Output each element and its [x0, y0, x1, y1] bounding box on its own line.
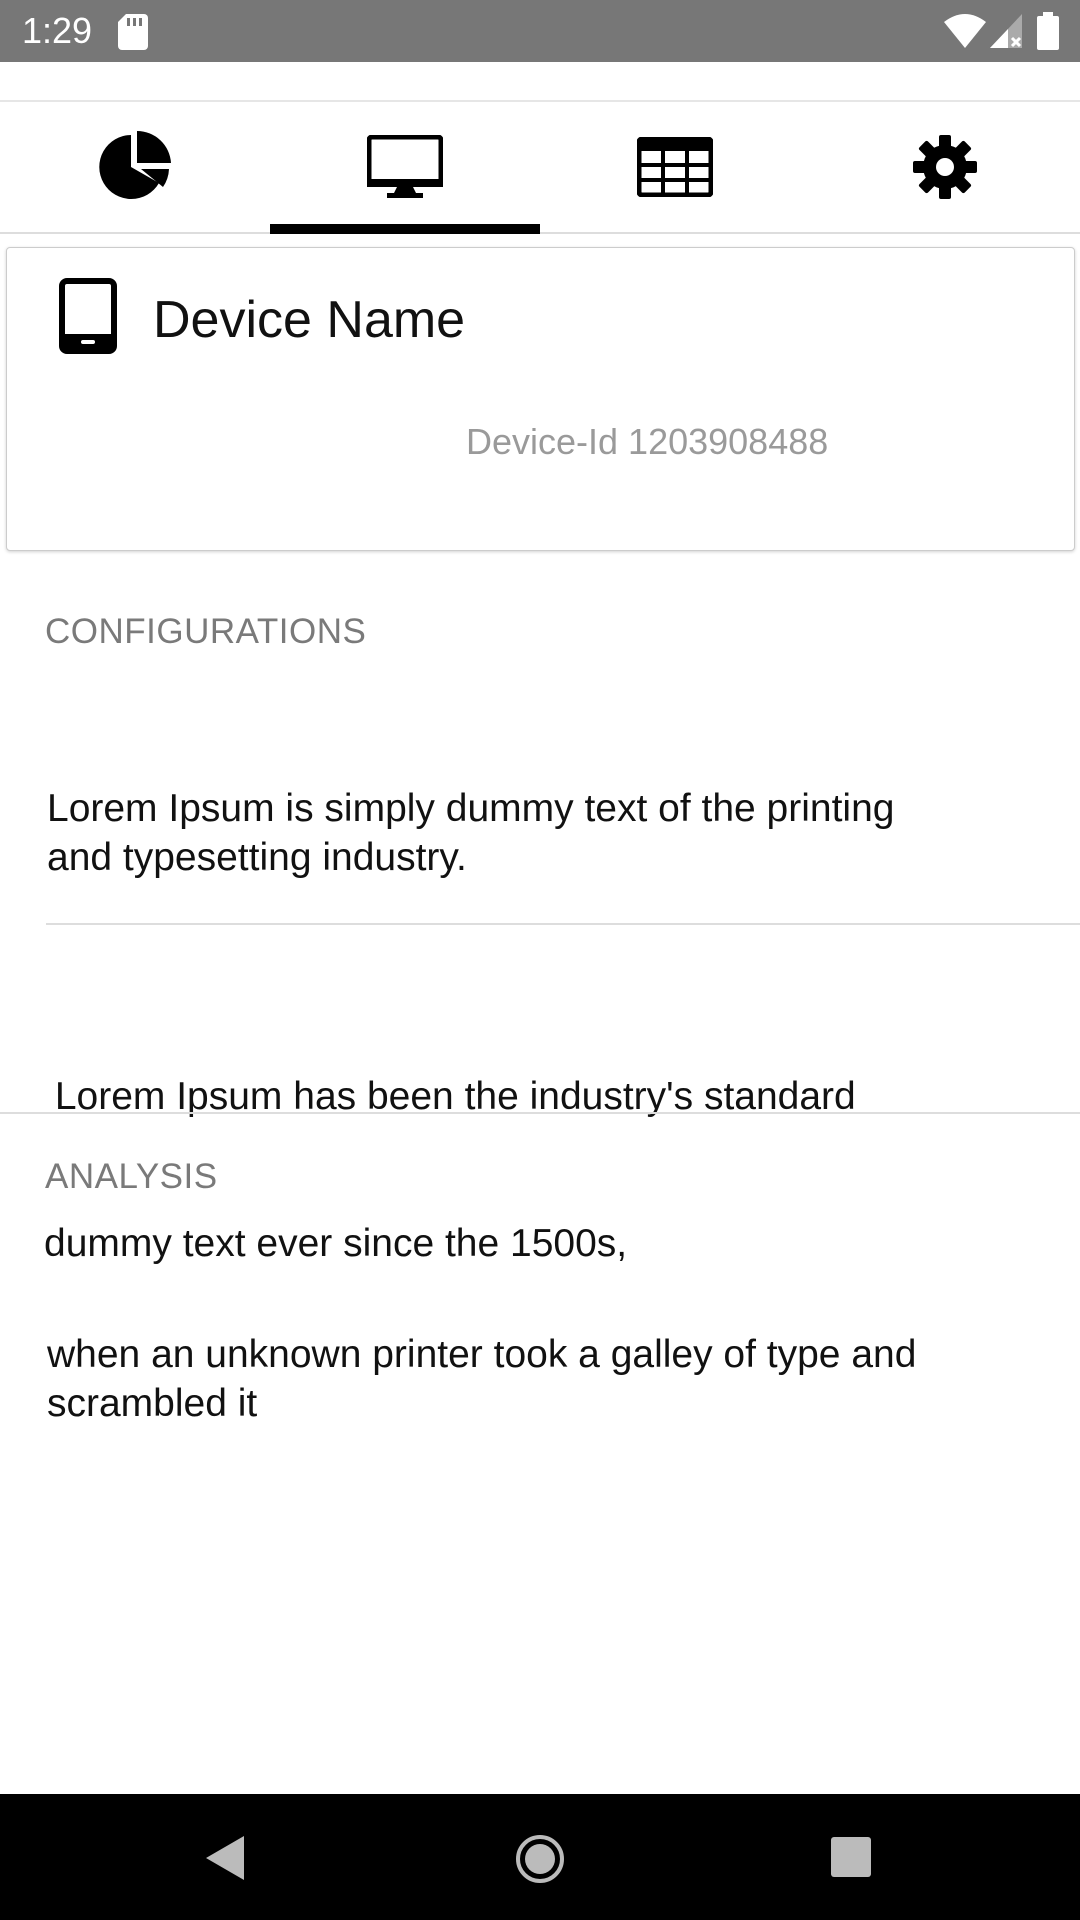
tab-device[interactable]: [270, 102, 540, 234]
list-item-line: Lorem Ipsum is simply dummy text of the …: [47, 787, 895, 830]
device-card[interactable]: Device Name Device-Id 1203908488: [6, 247, 1075, 551]
navigation-bar: [0, 1794, 1080, 1920]
section-header-analysis: ANALYSIS: [45, 1157, 218, 1196]
toolbar-strip: [0, 62, 1080, 102]
signal-icon: [990, 14, 1022, 53]
tab-dashboard[interactable]: [0, 102, 270, 232]
selected-tab-indicator: [270, 224, 540, 234]
wifi-icon: [944, 14, 986, 53]
list-item-line: and typesetting industry.: [47, 836, 467, 879]
recents-icon[interactable]: [830, 1836, 872, 1883]
section-divider: [0, 1112, 1080, 1114]
tab-bar: [0, 102, 1080, 234]
status-bar: 1:29: [0, 0, 1080, 62]
device-id: Device-Id 1203908488: [466, 421, 829, 462]
list-item[interactable]: when an unknown printer took a galley of…: [47, 1330, 916, 1428]
monitor-icon: [367, 135, 443, 199]
status-time: 1:29: [22, 10, 93, 51]
sd-card-icon: [118, 14, 148, 55]
table-icon: [637, 137, 713, 197]
back-icon[interactable]: [204, 1834, 246, 1887]
section-header-configurations: CONFIGURATIONS: [45, 612, 367, 651]
pie-chart-icon: [97, 129, 173, 205]
divider: [46, 923, 1080, 925]
gear-icon: [913, 135, 977, 199]
tab-settings[interactable]: [810, 102, 1080, 232]
tablet-icon: [59, 278, 117, 359]
screen: 1:29 Device Name Device-Id 1203908488 CO…: [0, 0, 1080, 1920]
list-item-line: when an unknown printer took a galley of…: [47, 1333, 917, 1376]
home-icon[interactable]: [515, 1834, 565, 1889]
device-name: Device Name: [153, 291, 466, 349]
tab-table[interactable]: [540, 102, 810, 232]
list-item[interactable]: Lorem Ipsum is simply dummy text of the …: [47, 784, 894, 882]
list-item-line: dummy text ever since the 1500s,: [44, 1222, 628, 1265]
battery-icon: [1037, 12, 1059, 55]
list-item-line: scrambled it: [47, 1382, 258, 1425]
